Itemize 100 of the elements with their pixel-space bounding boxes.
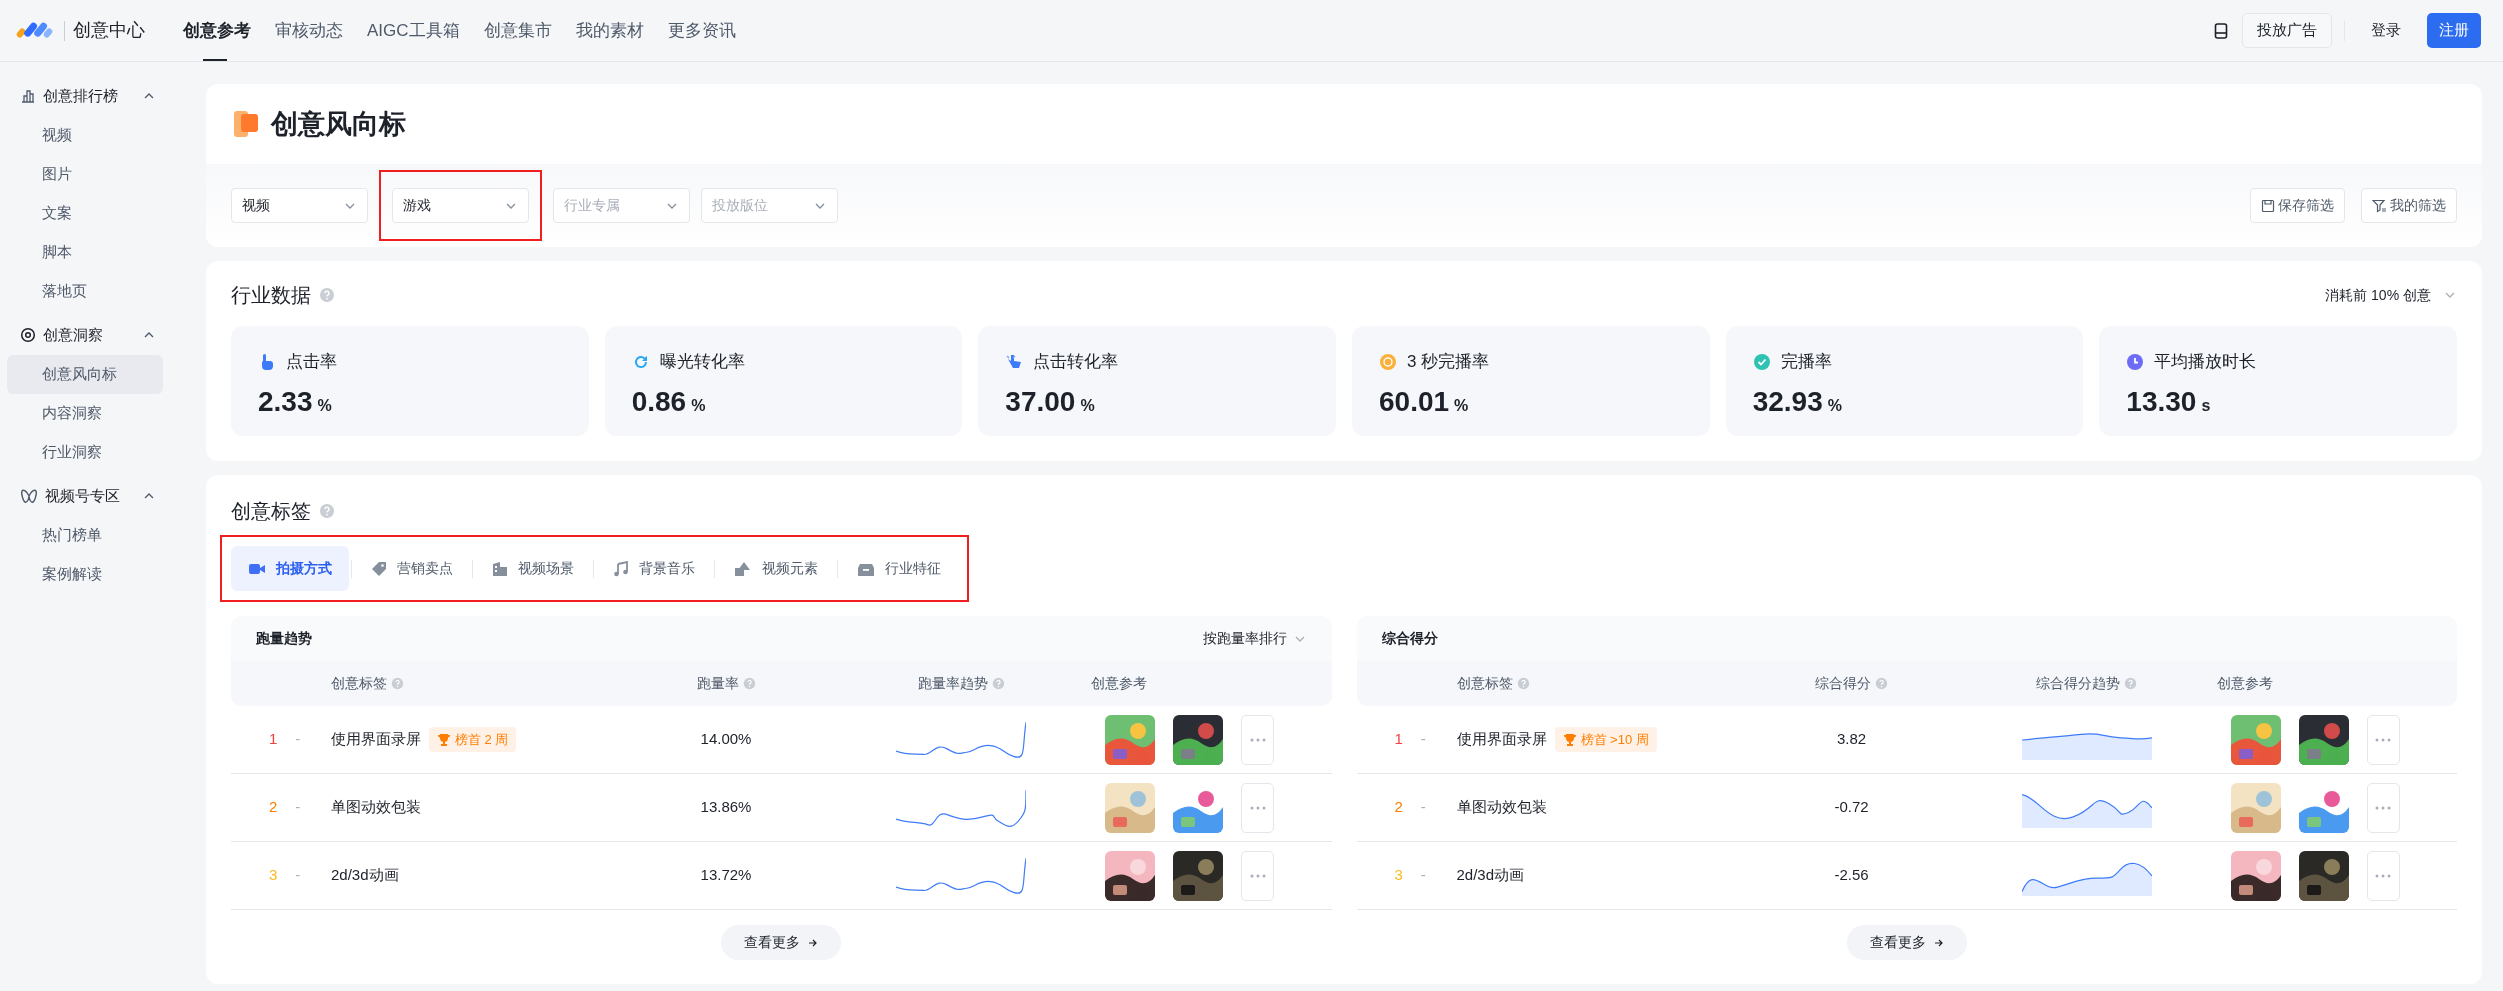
building-icon — [492, 560, 508, 577]
page-title: 创意风向标 — [271, 107, 406, 141]
sort-dropdown[interactable]: 按跑量率排行 — [1202, 628, 1307, 649]
metric-value: 2.33 — [258, 384, 313, 419]
cursor-click-icon — [1005, 352, 1024, 371]
column-header: 创意参考 — [1091, 674, 1147, 693]
metric-value: 32.93 — [1752, 384, 1823, 419]
view-more-button[interactable]: 查看更多 — [721, 925, 842, 960]
help-icon — [991, 677, 1005, 690]
check-circle-icon — [1752, 352, 1771, 371]
metric-unit: % — [1080, 395, 1095, 416]
more-options-button[interactable] — [1241, 850, 1274, 901]
rank-change: - — [295, 729, 301, 750]
rank-number: 3 — [269, 865, 278, 886]
filter-action-button[interactable]: 保存筛选 — [2250, 188, 2345, 223]
tag-tab[interactable]: 行业特征 — [840, 546, 958, 591]
sidebar-item[interactable]: 脚本 — [7, 233, 163, 272]
rank-badge: 榜首 >10 周 — [1554, 727, 1657, 752]
tag-tab[interactable]: 视频元素 — [717, 546, 835, 591]
sidebar-item[interactable]: 案例解读 — [7, 555, 163, 594]
sidebar-section-title[interactable]: 视频号专区 — [45, 484, 120, 508]
rank-change: - — [1420, 729, 1426, 750]
tag-label: 单图动效包装 — [331, 797, 421, 818]
filter-action-button[interactable]: 我的筛选 — [2361, 188, 2457, 223]
nav-tab[interactable]: 更多资讯 — [667, 0, 736, 61]
advertise-button[interactable]: 投放广告 — [2242, 13, 2332, 48]
metric-cell-text: 14.00% — [699, 729, 753, 750]
tag-tab[interactable]: 视频场景 — [475, 546, 591, 591]
more-options-button[interactable] — [2366, 782, 2400, 833]
rank-change: - — [295, 865, 301, 886]
filter-icon — [2372, 198, 2387, 213]
more-options-button[interactable] — [1241, 714, 1274, 765]
nav-tab[interactable]: AIGC工具箱 — [367, 0, 460, 61]
sidebar-item[interactable]: 创意风向标 — [7, 355, 163, 394]
nav-tab[interactable]: 我的素材 — [575, 0, 644, 61]
metric-value: 37.00 — [1005, 384, 1076, 419]
metric-label: 平均播放时长 — [2154, 351, 2257, 373]
view-more-button[interactable]: 查看更多 — [1846, 925, 1967, 960]
tag-tab[interactable]: 拍摄方式 — [231, 546, 349, 591]
tag-label: 使用界面录屏 — [331, 729, 421, 750]
help-icon — [1875, 677, 1888, 690]
metric-unit: % — [1827, 395, 1842, 416]
nav-tab[interactable]: 创意参考 — [183, 0, 251, 61]
metric-value: 60.01 — [1379, 384, 1450, 419]
trophy-icon — [1562, 732, 1577, 747]
shapes-icon — [734, 560, 752, 577]
flag-icon — [233, 110, 259, 138]
metric-value: 13.30 — [2126, 384, 2197, 419]
filter-select[interactable]: 游戏 — [392, 188, 529, 223]
help-icon — [742, 677, 756, 690]
column-header: 创意参考 — [2216, 674, 2273, 693]
scope-dropdown[interactable]: 消耗前 10% 创意 — [2325, 284, 2457, 306]
rank-number: 2 — [269, 797, 278, 818]
tag-tab[interactable]: 背景音乐 — [596, 546, 712, 591]
nav-tab[interactable]: 创意集市 — [483, 0, 552, 61]
metric-label: 3 秒完播率 — [1407, 351, 1490, 373]
more-options-button[interactable] — [2366, 714, 2400, 765]
metric-label: 曝光转化率 — [659, 351, 745, 373]
register-button[interactable]: 注册 — [2427, 13, 2481, 48]
filter-select[interactable]: 视频 — [231, 188, 368, 223]
nav-tab[interactable]: 审核动态 — [275, 0, 343, 61]
rank-badge: 榜首 2 周 — [429, 727, 517, 752]
tablet-icon[interactable] — [2212, 21, 2230, 40]
sidebar-item[interactable]: 行业洞察 — [7, 433, 163, 472]
help-icon — [2124, 677, 2137, 690]
metric-value: 0.86 — [631, 384, 687, 419]
tag-tab[interactable]: 营销卖点 — [354, 546, 470, 591]
sidebar-section-title[interactable]: 创意排行榜 — [43, 84, 118, 108]
sidebar-section-title[interactable]: 创意洞察 — [43, 323, 103, 347]
sidebar-item[interactable]: 文案 — [7, 194, 163, 233]
tag-label: 单图动效包装 — [1456, 797, 1547, 818]
sidebar-item[interactable]: 视频 — [7, 116, 163, 155]
target-icon — [20, 327, 36, 343]
butterfly-icon — [20, 488, 38, 504]
sidebar-item[interactable]: 内容洞察 — [7, 394, 163, 433]
table-title: 综合得分 — [1381, 629, 1438, 648]
metric-unit: % — [1454, 395, 1469, 416]
arrow-right-icon — [1933, 937, 1944, 948]
metric-unit: s — [2201, 395, 2211, 416]
more-options-button[interactable] — [2366, 850, 2400, 901]
rank-change: - — [1420, 865, 1426, 886]
metric-unit: % — [691, 395, 706, 416]
table-title: 跑量趋势 — [256, 629, 312, 648]
login-button[interactable]: 登录 — [2357, 13, 2415, 48]
ellipsis-icon — [1249, 737, 1266, 742]
metric-cell-text: -2.56 — [1833, 865, 1870, 886]
rank-number: 1 — [1394, 729, 1403, 750]
rank-number: 1 — [269, 729, 278, 750]
ellipsis-icon — [2375, 805, 2391, 810]
arrow-right-icon — [808, 937, 819, 948]
sidebar-item[interactable]: 热门榜单 — [7, 516, 163, 555]
metric-label: 完播率 — [1780, 351, 1832, 373]
rank-number: 2 — [1394, 797, 1403, 818]
clock-icon — [2126, 352, 2145, 371]
column-header: 创意标签 — [1456, 674, 1513, 693]
rank-change: - — [295, 797, 301, 818]
help-icon — [319, 287, 335, 303]
more-options-button[interactable] — [1241, 782, 1274, 833]
sidebar-item[interactable]: 图片 — [7, 155, 163, 194]
sidebar-item[interactable]: 落地页 — [7, 272, 163, 311]
